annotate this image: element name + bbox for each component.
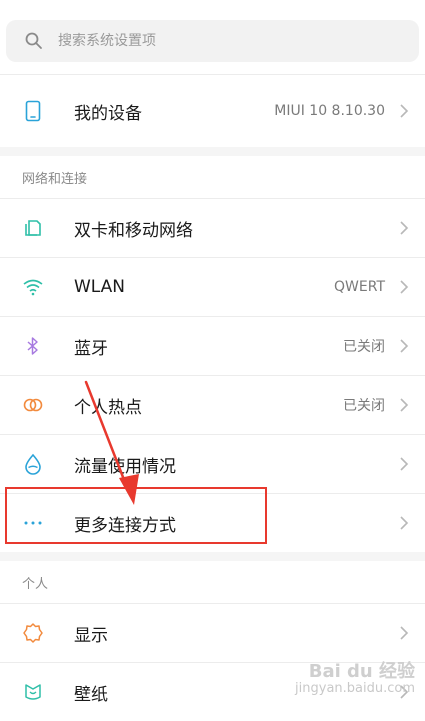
section-gap: [0, 147, 425, 156]
bluetooth-value: 已关闭: [343, 339, 385, 355]
wallpaper-label: 壁纸: [74, 684, 108, 705]
chevron-right-icon: [400, 221, 409, 235]
brightness-icon: [22, 622, 44, 644]
hotspot-item[interactable]: 个人热点 已关闭: [0, 376, 425, 434]
search-bar[interactable]: [6, 20, 419, 62]
hotspot-value: 已关闭: [343, 398, 385, 414]
dual-sim-item[interactable]: 双卡和移动网络: [0, 199, 425, 257]
chevron-right-icon: [400, 104, 409, 118]
display-item[interactable]: 显示: [0, 604, 425, 662]
bluetooth-label: 蓝牙: [74, 338, 108, 359]
my-device-value: MIUI 10 8.10.30: [274, 103, 385, 119]
data-usage-label: 流量使用情况: [74, 456, 176, 477]
highlight-box: [5, 487, 267, 544]
watermark-line1: Bai du 经验: [308, 660, 415, 682]
section-title-network: 网络和连接: [0, 156, 425, 198]
search-area: [0, 0, 425, 74]
wallpaper-icon: [22, 681, 44, 703]
dual-sim-label: 双卡和移动网络: [74, 220, 193, 241]
watermark-line2: jingyan.baidu.com: [295, 680, 415, 696]
chevron-right-icon: [400, 516, 409, 530]
chevron-right-icon: [400, 457, 409, 471]
section-gap: [0, 552, 425, 561]
bluetooth-item[interactable]: 蓝牙 已关闭: [0, 317, 425, 375]
chevron-right-icon: [400, 398, 409, 412]
my-device-label: 我的设备: [74, 103, 142, 124]
chevron-right-icon: [400, 280, 409, 294]
my-device-item[interactable]: 我的设备 MIUI 10 8.10.30: [0, 75, 425, 147]
hotspot-label: 个人热点: [74, 397, 142, 418]
chevron-right-icon: [400, 626, 409, 640]
phone-icon: [22, 100, 44, 122]
water-drop-icon: [22, 453, 44, 475]
baidu-watermark: Bai du 经验 jingyan.baidu.com: [295, 662, 415, 696]
wifi-icon: [22, 276, 44, 298]
display-label: 显示: [74, 625, 108, 646]
wlan-item[interactable]: WLAN QWERT: [0, 258, 425, 316]
bluetooth-icon: [22, 335, 44, 357]
hotspot-icon: [22, 394, 44, 416]
sim-card-icon: [22, 217, 44, 239]
section-title-personal: 个人: [0, 561, 425, 603]
search-input[interactable]: [56, 32, 360, 50]
wlan-label: WLAN: [74, 277, 126, 297]
search-icon: [25, 32, 42, 49]
chevron-right-icon: [400, 339, 409, 353]
wlan-value: QWERT: [334, 279, 385, 295]
data-usage-item[interactable]: 流量使用情况: [0, 435, 425, 493]
